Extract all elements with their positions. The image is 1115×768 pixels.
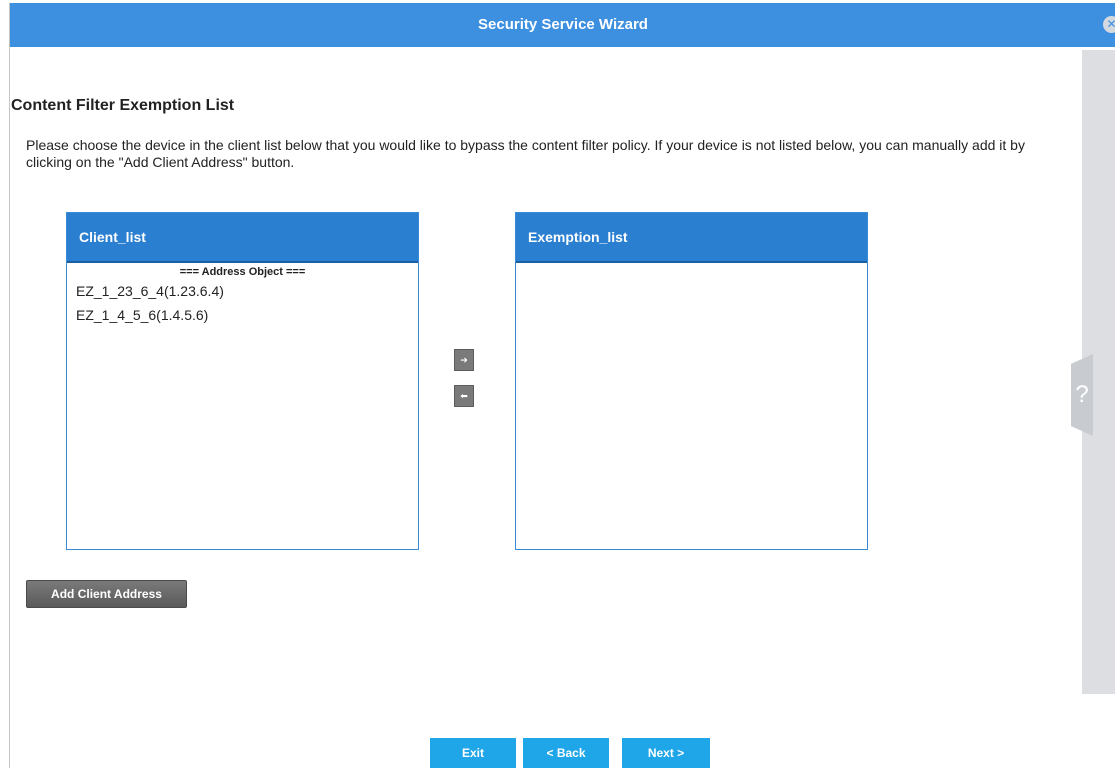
page-description: Please choose the device in the client l… — [26, 137, 1025, 170]
add-client-address-button[interactable]: Add Client Address — [26, 580, 187, 608]
exemption-list[interactable]: Exemption_list — [515, 212, 868, 550]
exemption-list-header: Exemption_list — [516, 213, 867, 263]
title-bar: Security Service Wizard ✕ — [10, 3, 1115, 47]
page-title: Content Filter Exemption List — [11, 97, 235, 114]
list-item[interactable]: EZ_1_4_5_6(1.4.5.6) — [67, 303, 418, 327]
back-button[interactable]: < Back — [523, 738, 609, 768]
address-object-group-label: === Address Object === — [179, 266, 306, 278]
wizard-dialog: Security Service Wizard ✕ ? Content Filt… — [9, 3, 1115, 768]
arrow-left-icon[interactable]: ⬅ — [454, 385, 474, 407]
help-icon[interactable]: ? — [1071, 354, 1093, 436]
client-list-header: Client_list — [67, 213, 418, 263]
list-item[interactable]: EZ_1_23_6_4(1.23.6.4) — [67, 279, 418, 303]
next-button[interactable]: Next > — [622, 738, 710, 768]
close-icon[interactable]: ✕ — [1103, 16, 1115, 33]
window-title: Security Service Wizard — [478, 16, 648, 33]
arrow-right-icon[interactable]: ➜ — [454, 349, 474, 371]
exit-button[interactable]: Exit — [430, 738, 516, 768]
client-list[interactable]: Client_list === Address Object === EZ_1_… — [66, 212, 419, 550]
